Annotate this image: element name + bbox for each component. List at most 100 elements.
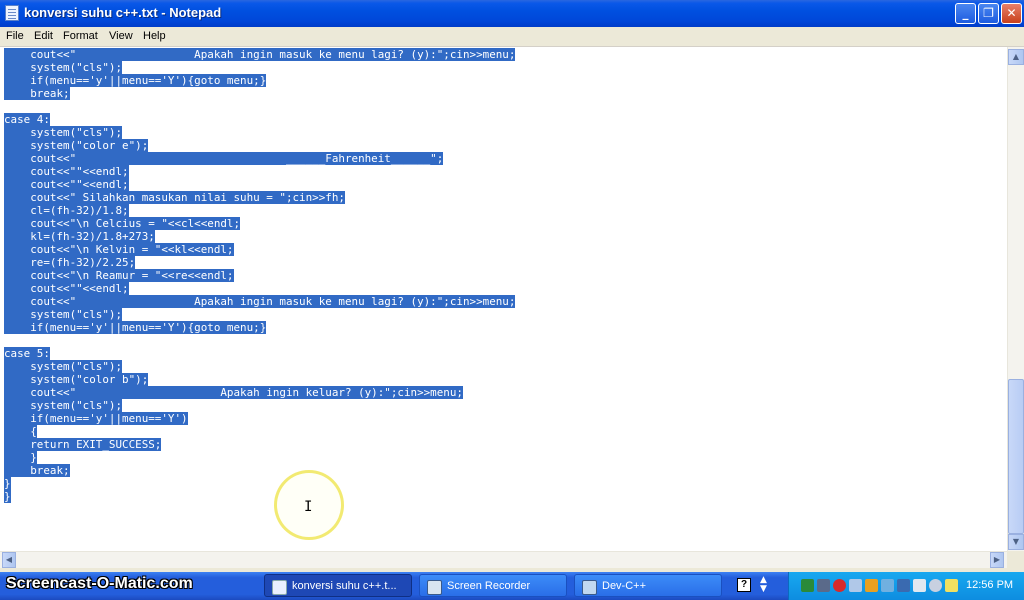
menu-format[interactable]: Format (63, 30, 98, 42)
notification-icon[interactable] (865, 579, 878, 592)
code-line-text: cout<<""<<endl; (4, 282, 129, 295)
bluetooth-icon[interactable] (913, 579, 926, 592)
code-line-text: system("cls"); (4, 360, 123, 373)
resize-grip[interactable] (1007, 551, 1024, 568)
recorder-icon (427, 580, 442, 595)
code-line: } (4, 477, 515, 490)
scroll-down-button[interactable]: ▼ (1008, 534, 1024, 550)
minimize-button[interactable]: _ (955, 3, 976, 24)
code-line-text: if(menu=='y'||menu=='Y') (4, 412, 188, 425)
code-line: cl=(fh-32)/1.8; (4, 204, 515, 217)
code-line: case 4: (4, 113, 515, 126)
code-line: system("cls"); (4, 399, 515, 412)
code-line-text: cout<<" ______Fahrenheit______"; (4, 152, 444, 165)
menu-help[interactable]: Help (143, 30, 166, 42)
notepad-icon (5, 5, 19, 21)
code-line-text: system("color b"); (4, 373, 149, 386)
notepad-icon (272, 580, 287, 595)
code-line: if(menu=='y'||menu=='Y'){goto menu;} (4, 321, 515, 334)
code-line: cout<<" Apakah ingin masuk ke menu lagi?… (4, 295, 516, 308)
usb-icon[interactable] (897, 579, 910, 592)
code-text: cout<<" Apakah ingin masuk ke menu lagi?… (4, 48, 516, 503)
code-line-text: } (4, 477, 11, 490)
code-line-text: break; (4, 87, 70, 100)
code-line: system("cls"); (4, 308, 515, 321)
maximize-button[interactable]: ❐ (978, 3, 999, 24)
code-line: system("cls"); (4, 61, 515, 74)
devcpp-icon (582, 580, 597, 595)
menu-bar: File Edit Format View Help (0, 27, 1024, 47)
code-line-text: system("cls"); (4, 126, 123, 139)
update-icon[interactable] (929, 579, 942, 592)
scroll-thumb[interactable] (1008, 379, 1024, 534)
horizontal-scrollbar[interactable]: ◀ ▶ (0, 551, 1007, 568)
scroll-left-button[interactable]: ◀ (2, 552, 16, 568)
code-line-text: if(menu=='y'||menu=='Y'){goto menu;} (4, 321, 267, 334)
task-dev-cpp[interactable]: Dev-C++ (574, 574, 722, 597)
code-line: cout<<" Apakah ingin masuk ke menu lagi?… (4, 48, 516, 61)
menu-file[interactable]: File (6, 30, 24, 42)
task-screen-recorder[interactable]: Screen Recorder (419, 574, 567, 597)
code-line-text: cout<<" Silahkan masukan nilai suhu = ";… (4, 191, 345, 204)
code-line-text: if(menu=='y'||menu=='Y'){goto menu;} (4, 74, 267, 87)
code-line-text: case 5: (4, 347, 50, 360)
task-notepad[interactable]: konversi suhu c++.t... (264, 574, 412, 597)
monitor-icon[interactable] (817, 579, 830, 592)
code-line: cout<<"\n Kelvin = "<<kl<<endl; (4, 243, 515, 256)
code-line-text: break; (4, 464, 70, 477)
code-line: if(menu=='y'||menu=='Y'){goto menu;} (4, 74, 515, 87)
menu-edit[interactable]: Edit (34, 30, 53, 42)
code-line: break; (4, 464, 515, 477)
code-line: cout<<"\n Reamur = "<<re<<endl; (4, 269, 515, 282)
power-icon[interactable] (945, 579, 958, 592)
code-line-text: cout<<""<<endl; (4, 178, 129, 191)
code-line-text: { (4, 425, 37, 438)
code-line-text: cout<<" Apakah ingin masuk ke menu lagi?… (4, 48, 516, 61)
code-line-text: kl=(fh-32)/1.8+273; (4, 230, 155, 243)
code-line-text: cout<<" Apakah ingin keluar? (y):";cin>>… (4, 386, 463, 399)
antivirus-icon[interactable] (833, 579, 846, 592)
code-line: system("cls"); (4, 126, 515, 139)
window-title: konversi suhu c++.txt - Notepad (24, 5, 222, 20)
close-button[interactable]: ✕ (1001, 3, 1022, 24)
code-line: kl=(fh-32)/1.8+273; (4, 230, 515, 243)
scroll-right-button[interactable]: ▶ (990, 552, 1004, 568)
code-line: { (4, 425, 515, 438)
watermark: Screencast-O-Matic.com (6, 575, 193, 592)
chevron-up-icon[interactable]: ▲ ▼ (760, 576, 767, 594)
vertical-scrollbar[interactable]: ▲ ▼ (1007, 47, 1024, 551)
code-line: return EXIT_SUCCESS; (4, 438, 515, 451)
display-icon[interactable] (881, 579, 894, 592)
code-line-text: cout<<" Apakah ingin masuk ke menu lagi?… (4, 295, 516, 308)
clock[interactable]: 12:56 PM (966, 579, 1013, 591)
code-line: cout<<" ______Fahrenheit______"; (4, 152, 515, 165)
scroll-up-button[interactable]: ▲ (1008, 49, 1024, 65)
network-icon[interactable] (801, 579, 814, 592)
code-line: case 5: (4, 347, 515, 360)
code-line-text: cout<<"\n Celcius = "<<cl<<endl; (4, 217, 241, 230)
code-line: cout<<""<<endl; (4, 282, 515, 295)
volume-icon[interactable] (849, 579, 862, 592)
code-line: system("color e"); (4, 139, 515, 152)
code-line-text: } (4, 451, 37, 464)
code-line: cout<<" Apakah ingin keluar? (y):";cin>>… (4, 386, 515, 399)
code-line: cout<<" Silahkan masukan nilai suhu = ";… (4, 191, 515, 204)
text-cursor-icon: I (304, 499, 313, 515)
code-line: system("cls"); (4, 360, 515, 373)
code-line: } (4, 451, 515, 464)
title-bar[interactable]: konversi suhu c++.txt - Notepad _ ❐ ✕ (0, 0, 1024, 27)
code-line-text: system("color e"); (4, 139, 149, 152)
code-line: system("color b"); (4, 373, 515, 386)
code-line: cout<<""<<endl; (4, 165, 515, 178)
code-line: } (4, 490, 515, 503)
code-line-text: re=(fh-32)/2.25; (4, 256, 136, 269)
code-line-text: cl=(fh-32)/1.8; (4, 204, 129, 217)
help-icon[interactable]: ? (737, 578, 751, 592)
menu-view[interactable]: View (109, 30, 133, 42)
text-editor[interactable]: cout<<" Apakah ingin masuk ke menu lagi?… (0, 47, 1007, 551)
code-line: cout<<""<<endl; (4, 178, 515, 191)
code-line-text: system("cls"); (4, 308, 123, 321)
code-line-text: cout<<"\n Kelvin = "<<kl<<endl; (4, 243, 234, 256)
